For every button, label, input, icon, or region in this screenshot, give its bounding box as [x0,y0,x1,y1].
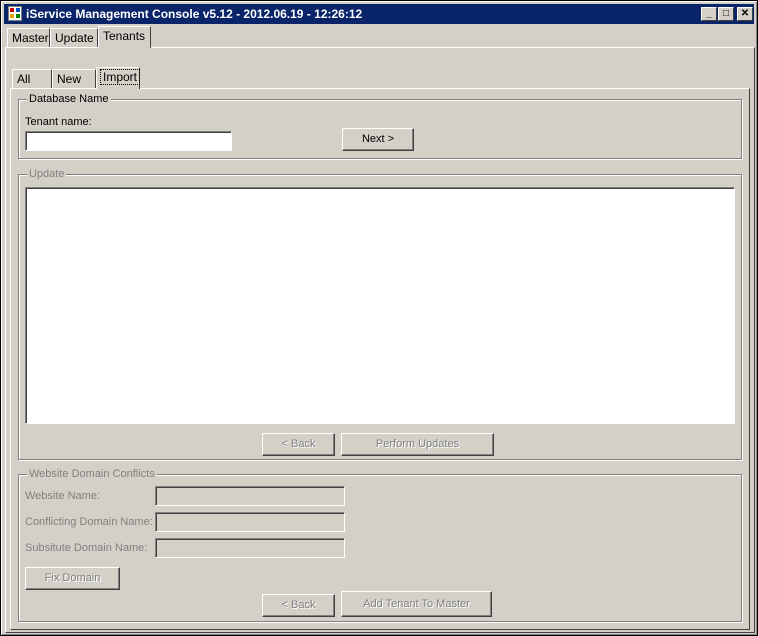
conflicts-back-button[interactable]: < Back [262,594,335,617]
update-back-button[interactable]: < Back [262,433,335,456]
next-button-label: Next > [361,133,395,145]
tab-master-label: Master [12,31,49,45]
tab-tenants-label: Tenants [103,29,146,43]
subtab-all-label: All [17,72,31,86]
add-tenant-button[interactable]: Add Tenant To Master [341,591,492,617]
tenant-name-label: Tenant name: [25,116,92,128]
conflicting-domain-label: Conflicting Domain Name: [25,516,153,528]
domain-conflicts-group: Website Domain Conflicts Website Name: C… [18,467,742,622]
perform-updates-button[interactable]: Perform Updates [341,433,494,456]
fix-domain-button[interactable]: Fix Domain [25,567,120,590]
close-icon: ✕ [740,8,750,19]
substitute-domain-label: Subsitute Domain Name: [25,542,148,554]
tab-tenants[interactable]: Tenants [98,26,151,48]
subtab-new-label: New [57,72,82,86]
window-title: iService Management Console v5.12 - 2012… [26,7,363,21]
substitute-domain-input[interactable] [155,538,345,558]
subtab-all[interactable]: All [12,69,52,89]
subtab-new[interactable]: New [52,69,96,89]
update-back-label: < Back [281,438,316,450]
minimize-button[interactable]: _ [701,7,717,21]
minimize-icon: _ [706,8,712,19]
website-name-label: Website Name: [25,490,100,502]
tab-update[interactable]: Update [50,28,98,48]
title-bar[interactable]: iService Management Console v5.12 - 2012… [4,4,754,24]
conflicts-back-label: < Back [281,599,316,611]
update-group-title: Update [27,167,67,181]
fix-domain-label: Fix Domain [44,572,101,584]
maximize-icon: □ [722,8,730,19]
subtab-import-label: Import [99,69,141,85]
database-group-title: Database Name [27,92,111,106]
conflicts-group-title: Website Domain Conflicts [27,467,157,481]
next-button[interactable]: Next > [342,128,414,151]
conflicting-domain-input[interactable] [155,512,345,532]
maximize-button[interactable]: □ [718,7,734,21]
tab-update-label: Update [55,31,94,45]
close-button[interactable]: ✕ [737,7,753,21]
perform-updates-label: Perform Updates [375,438,460,450]
main-window: iService Management Console v5.12 - 2012… [0,0,758,636]
update-log-area[interactable] [25,187,735,424]
import-tab-panel: Database Name Tenant name: Next > Update… [10,88,750,630]
tab-master[interactable]: Master [7,28,50,48]
subtab-import[interactable]: Import [96,67,141,89]
website-name-input[interactable] [155,486,345,506]
add-tenant-label: Add Tenant To Master [363,598,470,610]
database-name-group: Database Name Tenant name: Next > [18,92,742,159]
tenants-tab-panel: All New Import Database Name Tenant name… [5,47,755,633]
update-group: Update < Back Perform Updates [18,167,742,460]
app-icon [8,6,22,21]
tenant-name-input[interactable] [25,131,232,151]
